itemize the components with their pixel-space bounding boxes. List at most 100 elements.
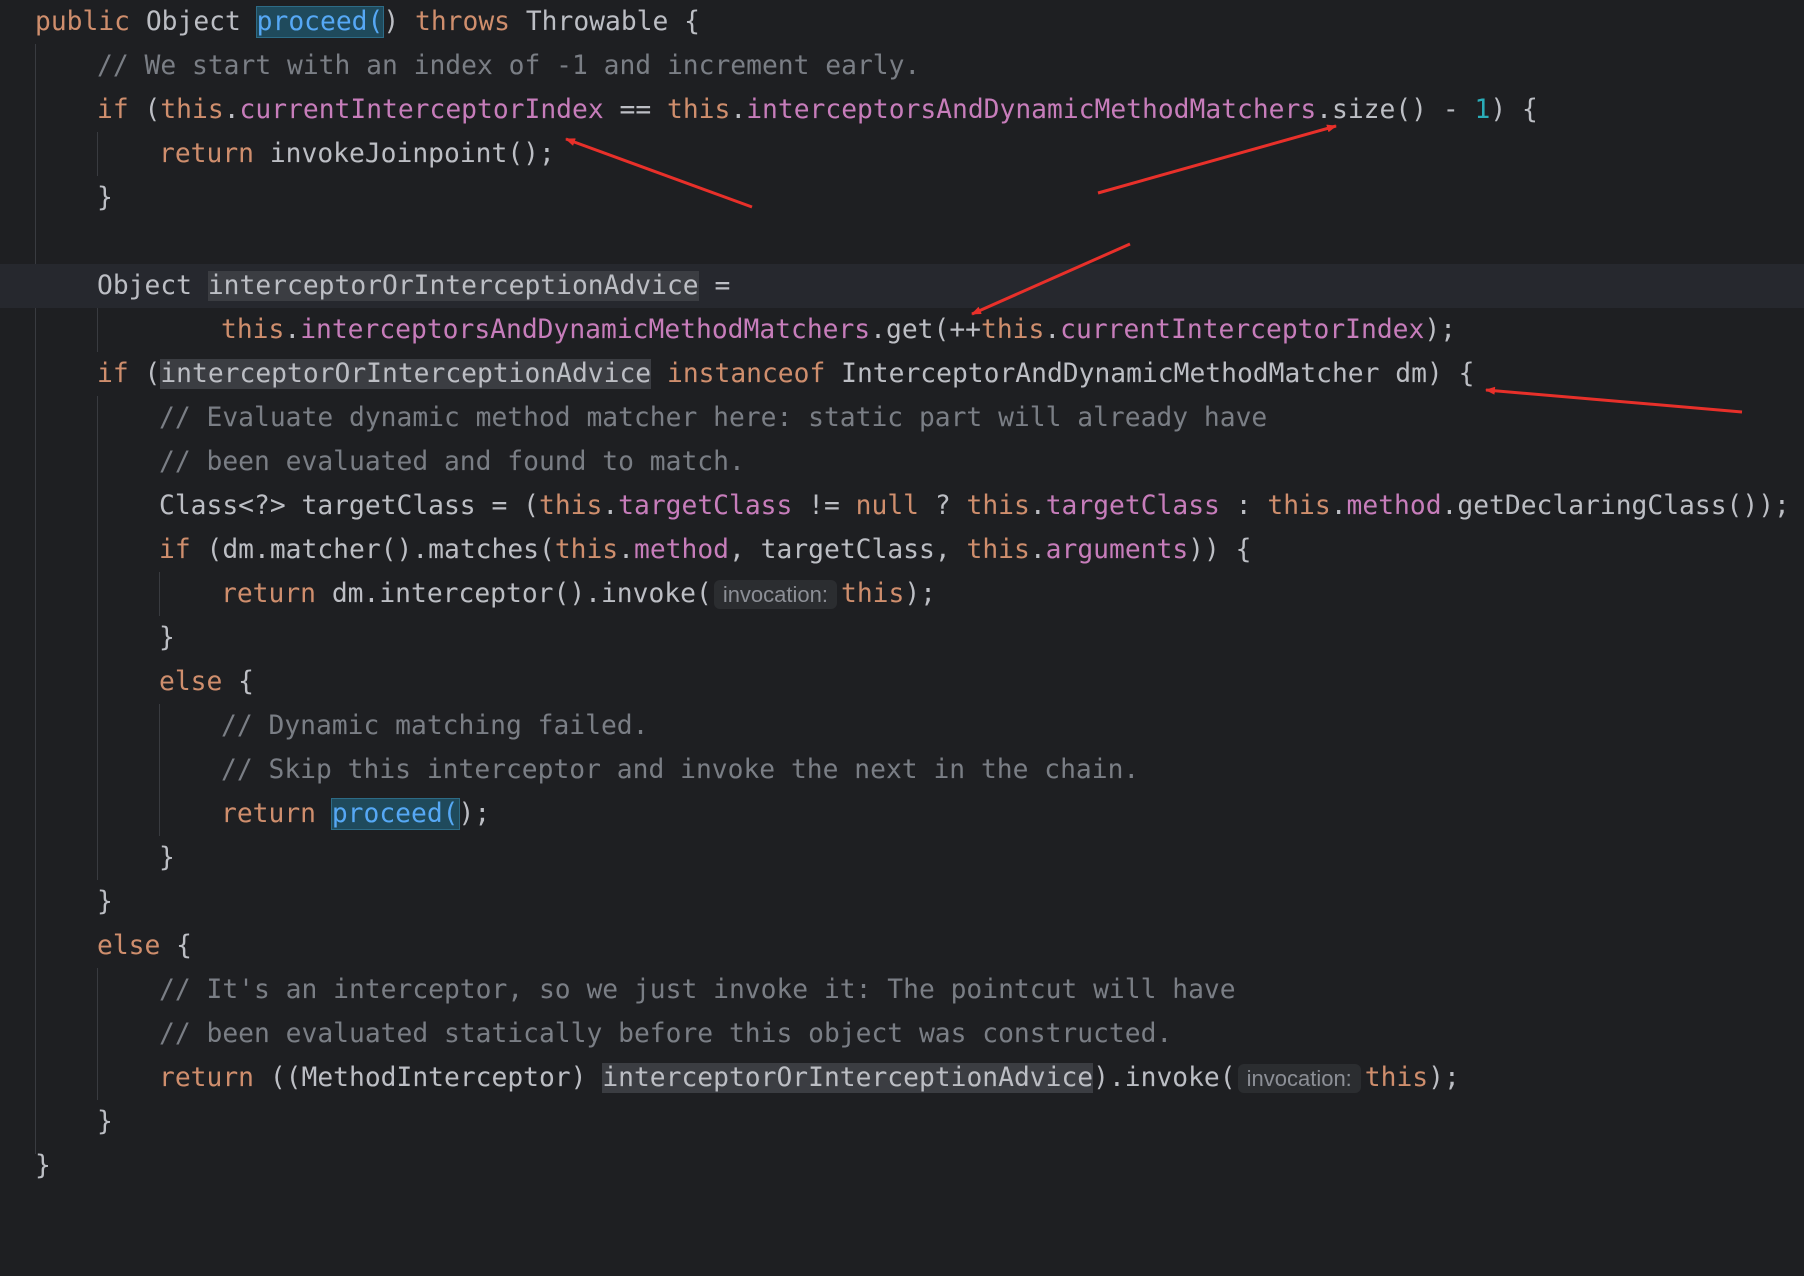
- code-text: .: [1330, 491, 1347, 521]
- code-line[interactable]: else {: [0, 924, 1804, 968]
- code-line[interactable]: }: [0, 836, 1804, 880]
- code-text: }: [97, 887, 113, 917]
- field: method: [1346, 491, 1442, 521]
- keyword: else: [97, 931, 161, 961]
- comment: // Dynamic matching failed.: [221, 711, 649, 741]
- comment: // been evaluated statically before this…: [159, 1019, 1173, 1049]
- code-text: ?: [919, 491, 967, 521]
- field: interceptorsAndDynamicMethodMatchers: [300, 315, 871, 345]
- code-line-blank[interactable]: [0, 220, 1804, 264]
- code-line[interactable]: // We start with an index of -1 and incr…: [0, 44, 1804, 88]
- variable-highlight[interactable]: interceptorOrInterceptionAdvice: [207, 271, 699, 301]
- code-text: );: [1428, 1063, 1460, 1093]
- code-text: ): [383, 7, 416, 37]
- code-line[interactable]: }: [0, 1144, 1804, 1188]
- code-text: .getDeclaringClass());: [1441, 491, 1790, 521]
- keyword: this: [841, 579, 905, 609]
- code-text: .: [1029, 535, 1046, 565]
- keyword: null: [855, 491, 920, 521]
- comment: // We start with an index of -1 and incr…: [97, 51, 921, 81]
- field: method: [634, 535, 729, 565]
- keyword: if: [97, 359, 129, 389]
- code-text: }: [97, 183, 113, 213]
- keyword: this: [980, 315, 1045, 345]
- code-text: invokeJoinpoint();: [254, 139, 555, 169]
- code-text: =: [698, 271, 731, 301]
- code-text: );: [904, 579, 937, 609]
- code-line[interactable]: // been evaluated and found to match.: [0, 440, 1804, 484]
- keyword: this: [966, 535, 1030, 565]
- code-line[interactable]: return dm.interceptor().invoke(invocatio…: [0, 572, 1804, 616]
- code-text: ) {: [1490, 95, 1538, 125]
- field: targetClass: [1045, 491, 1220, 521]
- code-line[interactable]: // Dynamic matching failed.: [0, 704, 1804, 748]
- variable-highlight[interactable]: interceptorOrInterceptionAdvice: [160, 359, 652, 389]
- code-line[interactable]: Class<?> targetClass = (this.targetClass…: [0, 484, 1804, 528]
- code-text: );: [458, 799, 491, 829]
- code-line[interactable]: return ((MethodInterceptor) interceptorO…: [0, 1056, 1804, 1100]
- code-text: .: [618, 535, 634, 565]
- code-line[interactable]: }: [0, 880, 1804, 924]
- code-line[interactable]: return proceed();: [0, 792, 1804, 836]
- comment: // It's an interceptor, so we just invok…: [159, 975, 1236, 1005]
- code-text: )) {: [1188, 535, 1252, 565]
- keyword: else: [159, 667, 223, 697]
- code-text: .: [1029, 491, 1046, 521]
- parameter-hint: invocation:: [713, 580, 837, 609]
- code-line[interactable]: }: [0, 1100, 1804, 1144]
- code-text: Object: [130, 7, 257, 37]
- code-line[interactable]: if (interceptorOrInterceptionAdvice inst…: [0, 352, 1804, 396]
- method-name-highlight[interactable]: proceed(: [255, 6, 385, 38]
- variable-highlight[interactable]: interceptorOrInterceptionAdvice: [602, 1063, 1094, 1093]
- code-line[interactable]: // It's an interceptor, so we just invok…: [0, 968, 1804, 1012]
- keyword: if: [97, 95, 129, 125]
- parameter-hint: invocation:: [1237, 1064, 1361, 1093]
- code-text: Class<?> targetClass = (: [159, 491, 539, 521]
- code-text: dm.interceptor().invoke(: [316, 579, 712, 609]
- code-text: (: [128, 359, 161, 389]
- code-text: (dm.matcher().matches(: [190, 535, 555, 565]
- code-line[interactable]: // been evaluated statically before this…: [0, 1012, 1804, 1056]
- code-line[interactable]: this.interceptorsAndDynamicMethodMatcher…: [0, 308, 1804, 352]
- code-text: ).invoke(: [1093, 1063, 1236, 1093]
- code-line[interactable]: if (this.currentInterceptorIndex == this…: [0, 88, 1804, 132]
- code-line[interactable]: if (dm.matcher().matches(this.method, ta…: [0, 528, 1804, 572]
- keyword: return: [221, 579, 316, 609]
- code-text: , targetClass,: [729, 535, 967, 565]
- method-name-highlight[interactable]: proceed(: [330, 798, 460, 830]
- keyword: this: [160, 95, 224, 125]
- code-text: .: [223, 95, 240, 125]
- comment: // Evaluate dynamic method matcher here:…: [159, 403, 1268, 433]
- comment: // Skip this interceptor and invoke the …: [221, 755, 1140, 785]
- keyword: return: [159, 139, 254, 169]
- code-text: }: [35, 1151, 51, 1181]
- code-line[interactable]: }: [0, 176, 1804, 220]
- code-editor[interactable]: public Object proceed() throws Throwable…: [0, 0, 1804, 1194]
- field: arguments: [1045, 535, 1189, 565]
- code-line[interactable]: }: [0, 616, 1804, 660]
- code-line-current[interactable]: Object interceptorOrInterceptionAdvice =: [0, 264, 1804, 308]
- code-line[interactable]: public Object proceed() throws Throwable…: [0, 0, 1804, 44]
- code-text: .: [730, 95, 747, 125]
- field: interceptorsAndDynamicMethodMatchers: [746, 95, 1317, 125]
- code-line[interactable]: else {: [0, 660, 1804, 704]
- code-text: {: [160, 931, 193, 961]
- code-text: !=: [792, 491, 856, 521]
- keyword: this: [221, 315, 285, 345]
- number-literal: 1: [1474, 95, 1491, 125]
- code-line[interactable]: // Evaluate dynamic method matcher here:…: [0, 396, 1804, 440]
- code-text: Object: [97, 271, 208, 301]
- keyword: public: [35, 7, 130, 37]
- keyword: if: [159, 535, 191, 565]
- field: currentInterceptorIndex: [1060, 315, 1425, 345]
- code-text: ==: [603, 95, 668, 125]
- code-line[interactable]: return invokeJoinpoint();: [0, 132, 1804, 176]
- code-text: :: [1219, 491, 1268, 521]
- keyword: instanceof: [666, 359, 826, 389]
- keyword: throws: [415, 7, 511, 37]
- code-line[interactable]: // Skip this interceptor and invoke the …: [0, 748, 1804, 792]
- code-text: .: [602, 491, 619, 521]
- code-text: .: [284, 315, 301, 345]
